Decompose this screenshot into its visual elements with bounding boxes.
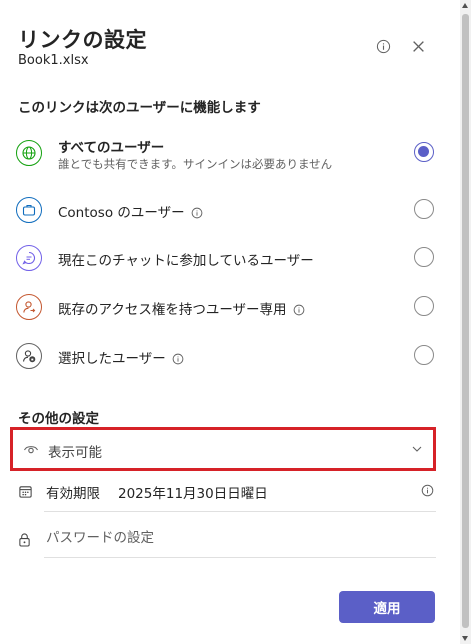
person-lock-icon — [16, 343, 42, 369]
option-existing-label: 既存のアクセス権を持つユーザー専用 — [58, 302, 287, 318]
close-button[interactable] — [408, 36, 428, 56]
option-existing-radio[interactable] — [414, 296, 434, 316]
other-settings-heading: その他の設定 — [18, 411, 99, 427]
lock-icon — [19, 533, 30, 547]
option-contoso-radio[interactable] — [414, 199, 434, 219]
password-divider — [44, 557, 436, 558]
info-icon[interactable] — [172, 353, 184, 365]
info-icon[interactable] — [293, 304, 305, 316]
info-icon[interactable] — [191, 207, 203, 219]
scroll-down-arrow-icon[interactable] — [462, 636, 468, 641]
scroll-up-arrow-icon[interactable] — [462, 3, 468, 8]
option-anyone-description: 誰とでも共有できます。サインインは必要ありません — [58, 157, 333, 171]
info-icon[interactable] — [421, 484, 434, 497]
calendar-icon — [19, 486, 32, 498]
option-existing-access[interactable]: 既存のアクセス権を持つユーザー専用 — [16, 290, 440, 326]
eye-icon — [23, 446, 39, 454]
option-chat-label: 現在このチャットに参加しているユーザー — [58, 253, 314, 269]
info-button[interactable] — [373, 36, 393, 56]
option-contoso-users[interactable]: Contoso のユーザー — [16, 193, 440, 229]
expiry-label: 有効期限 — [46, 486, 100, 502]
person-arrow-icon — [16, 294, 42, 320]
dialog-title: リンクの設定 — [18, 28, 147, 52]
close-icon — [412, 40, 424, 52]
briefcase-icon — [16, 197, 42, 223]
option-anyone-label: すべてのユーザー — [58, 140, 165, 156]
apply-button[interactable]: 適用 — [339, 591, 435, 623]
permission-dropdown[interactable]: 表示可能 — [10, 427, 436, 471]
info-icon — [376, 39, 390, 53]
chevron-down-icon — [412, 446, 422, 452]
scrollbar-thumb[interactable] — [462, 14, 469, 628]
option-chat-radio[interactable] — [414, 247, 434, 267]
globe-icon — [16, 140, 42, 166]
scrollbar[interactable] — [460, 0, 471, 644]
option-specific-radio[interactable] — [414, 345, 434, 365]
option-specific-label: 選択したユーザー — [58, 351, 166, 367]
option-anyone[interactable]: すべてのユーザー 誰とでも共有できます。サインインは必要ありません — [16, 136, 440, 172]
link-audience-heading: このリンクは次のユーザーに機能します — [18, 100, 261, 116]
option-specific-people[interactable]: 選択したユーザー — [16, 339, 440, 375]
expiry-row[interactable]: 有効期限 2025年11月30日日曜日 — [18, 472, 436, 512]
link-settings-dialog: リンクの設定 Book1.xlsx このリンクは次のユーザーに機能します すべて… — [0, 0, 460, 644]
file-name: Book1.xlsx — [18, 53, 89, 68]
permission-value: 表示可能 — [48, 445, 102, 461]
option-anyone-radio[interactable] — [414, 142, 434, 162]
expiry-divider — [44, 511, 436, 512]
password-row — [18, 518, 436, 558]
expiry-date-value[interactable]: 2025年11月30日日曜日 — [118, 482, 268, 502]
option-contoso-label: Contoso のユーザー — [58, 205, 185, 221]
chat-icon — [16, 245, 42, 271]
option-chat-participants[interactable]: 現在このチャットに参加しているユーザー — [16, 241, 440, 277]
password-input[interactable] — [46, 526, 426, 550]
